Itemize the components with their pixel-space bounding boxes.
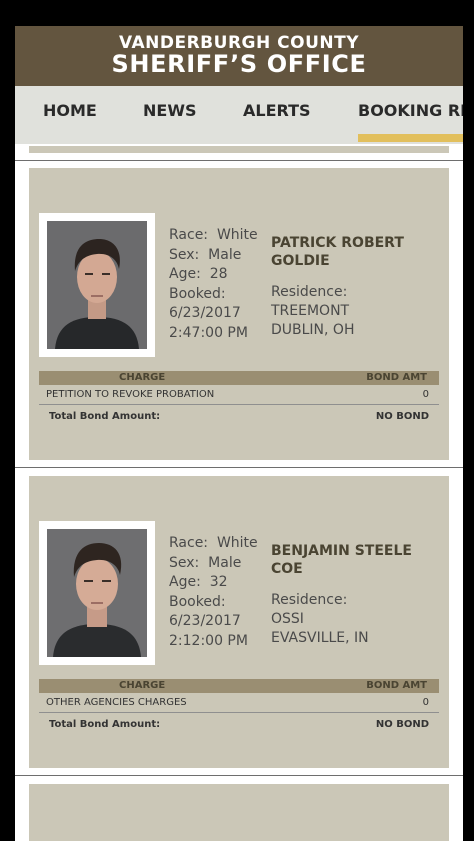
residence-line-2: EVASVILLE, IN [271,630,369,646]
name-line-1: PATRICK ROBERT [271,235,404,251]
total-bond-value: NO BOND [375,719,429,730]
total-bond-label: Total Bond Amount: [49,719,161,730]
header-county: VANDERBURGH COUNTY [118,33,360,53]
race-row: Race: White [169,226,258,246]
mugshot-photo [47,529,147,657]
charges-table-header: CHARGE BOND AMT [39,371,439,385]
name-line-1: BENJAMIN STEELE [271,543,412,559]
age-value: 32 [209,574,228,590]
app-screen: VANDERBURGH COUNTY SHERIFF’S OFFICE HOME… [15,26,463,841]
age-row: Age: 28 [169,265,258,285]
residence-line-1: TREEMONT [271,303,350,319]
divider [15,775,463,776]
booked-time: 2:47:00 PM [169,324,248,341]
booking-card[interactable]: Race: White Sex: Male Age: 32 Booked: 6/… [29,476,449,768]
next-card-edge [29,784,449,841]
charge-text: OTHER AGENCIES CHARGES [46,697,187,708]
age-label: Age: [169,574,201,590]
residence-label: Residence: [271,284,348,300]
total-bond-row: Total Bond Amount: NO BOND [39,719,439,733]
mugshot-photo [47,221,147,349]
mugshot-frame [39,213,155,357]
sex-value: Male [208,246,242,263]
sex-label: Sex: [169,554,200,571]
charge-row: PETITION TO REVOKE PROBATION 0 [39,386,439,405]
booked-date: 6/23/2017 [169,613,241,629]
previous-card-edge [29,146,449,153]
booked-time: 2:12:00 PM [169,632,248,649]
residence-line-1: OSSI [271,611,304,627]
booked-label: Booked: [169,593,226,610]
divider [15,160,463,161]
inmate-name[interactable]: PATRICK ROBERT GOLDIE [271,234,446,270]
nav-booking-records[interactable]: BOOKING REC [358,101,463,120]
sex-label: Sex: [169,246,200,263]
divider [15,467,463,468]
inmate-name[interactable]: BENJAMIN STEELE COE [271,542,446,578]
total-bond-row: Total Bond Amount: NO BOND [39,411,439,425]
main-nav: HOME NEWS ALERTS BOOKING REC [15,86,463,146]
age-label: Age: [169,266,201,282]
site-header: VANDERBURGH COUNTY SHERIFF’S OFFICE [15,26,463,86]
residence-label: Residence: [271,592,348,608]
charge-text: PETITION TO REVOKE PROBATION [46,389,215,400]
charge-column-header: CHARGE [119,680,166,691]
booking-details: Race: White Sex: Male Age: 28 Booked: 6/… [169,226,258,343]
nav-home[interactable]: HOME [43,101,97,120]
age-row: Age: 32 [169,573,258,593]
booked-label: Booked: [169,285,226,302]
nav-news[interactable]: NEWS [143,101,197,120]
residence-line-2: DUBLIN, OH [271,322,355,338]
bond-amount: 0 [422,389,429,400]
name-line-2: GOLDIE [271,253,330,269]
race-label: Race: [169,227,209,243]
booked-date: 6/23/2017 [169,305,241,321]
bond-column-header: BOND AMT [366,680,427,691]
booking-card[interactable]: Race: White Sex: Male Age: 28 Booked: 6/… [29,168,449,460]
name-line-2: COE [271,561,303,577]
race-row: Race: White [169,534,258,554]
charges-table-header: CHARGE BOND AMT [39,679,439,693]
age-value: 28 [209,266,228,282]
bond-amount: 0 [422,697,429,708]
total-bond-value: NO BOND [375,411,429,422]
sex-row: Sex: Male [169,246,258,266]
race-value: White [216,535,258,551]
residence: Residence: OSSI EVASVILLE, IN [271,591,369,648]
mugshot-frame [39,521,155,665]
nav-active-indicator [358,134,463,142]
charge-row: OTHER AGENCIES CHARGES 0 [39,694,439,713]
race-value: White [216,227,258,243]
booking-details: Race: White Sex: Male Age: 32 Booked: 6/… [169,534,258,651]
header-office: SHERIFF’S OFFICE [111,50,367,78]
charge-column-header: CHARGE [119,372,166,383]
nav-alerts[interactable]: ALERTS [243,101,311,120]
sex-row: Sex: Male [169,554,258,574]
total-bond-label: Total Bond Amount: [49,411,161,422]
race-label: Race: [169,535,209,551]
residence: Residence: TREEMONT DUBLIN, OH [271,283,354,340]
sex-value: Male [208,554,242,571]
bond-column-header: BOND AMT [366,372,427,383]
